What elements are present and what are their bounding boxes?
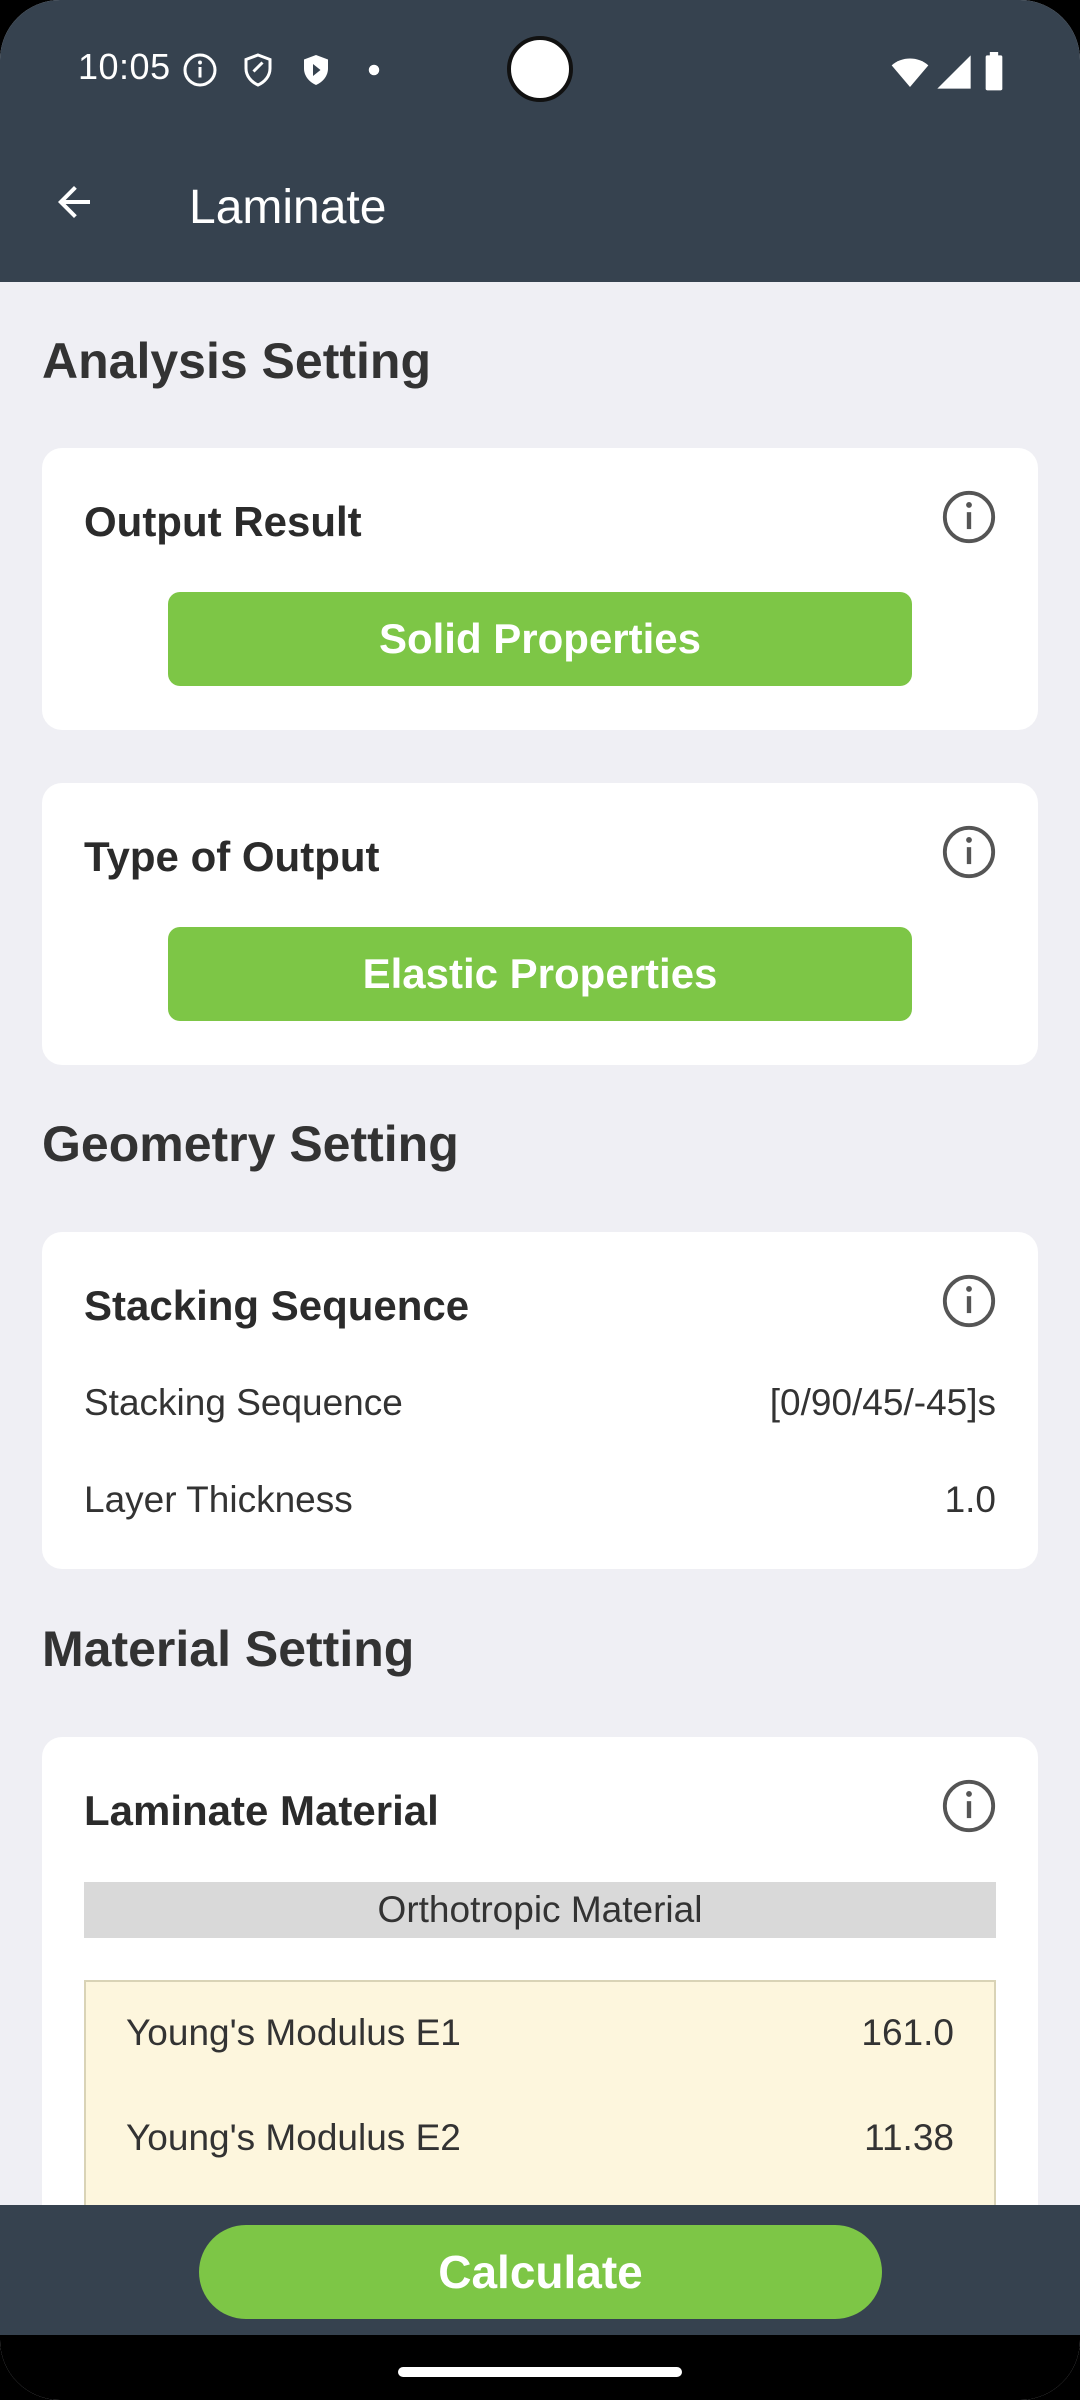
material-setting-heading: Material Setting	[42, 1621, 415, 1677]
solid-properties-button[interactable]: Solid Properties	[168, 592, 912, 686]
material-type-band[interactable]: Orthotropic Material	[84, 1882, 996, 1938]
youngs-modulus-e1-value[interactable]: 161.0	[861, 2012, 954, 2054]
material-properties-box: Young's Modulus E1 161.0 Young's Modulus…	[84, 1980, 996, 2205]
info-notification-icon	[183, 53, 217, 87]
layer-thickness-label: Layer Thickness	[84, 1479, 353, 1520]
battery-icon	[985, 52, 1003, 91]
security-shield-icon	[304, 55, 328, 85]
stacking-sequence-value[interactable]: [0/90/45/-45]s	[770, 1382, 996, 1424]
output-result-card: Output Result Solid Properties	[42, 448, 1038, 730]
stacking-sequence-label: Stacking Sequence	[84, 1382, 403, 1423]
info-icon[interactable]	[940, 1777, 998, 1835]
scroll-content[interactable]: Analysis Setting Output Result Solid Pro…	[0, 282, 1080, 2205]
stacking-sequence-title: Stacking Sequence	[84, 1282, 470, 1329]
calculate-button[interactable]: Calculate	[199, 2225, 882, 2319]
page-title: Laminate	[189, 181, 387, 234]
info-icon[interactable]	[940, 488, 998, 546]
status-bar: 10:05	[0, 0, 1080, 130]
youngs-modulus-e2-label: Young's Modulus E2	[126, 2117, 461, 2158]
output-result-title: Output Result	[84, 498, 362, 545]
back-button[interactable]	[44, 172, 104, 232]
camera-cutout	[507, 36, 573, 102]
shield-icon	[244, 53, 272, 87]
signal-icon	[937, 55, 971, 89]
header: 10:05 Laminate	[0, 0, 1080, 282]
bottom-action-bar: Calculate	[0, 2205, 1080, 2335]
layer-thickness-value[interactable]: 1.0	[945, 1479, 996, 1521]
elastic-properties-button[interactable]: Elastic Properties	[168, 927, 912, 1021]
info-icon[interactable]	[940, 1272, 998, 1330]
analysis-setting-heading: Analysis Setting	[42, 333, 431, 389]
type-of-output-card: Type of Output Elastic Properties	[42, 783, 1038, 1065]
home-indicator[interactable]	[398, 2367, 682, 2377]
stacking-sequence-card: Stacking Sequence Stacking Sequence [0/9…	[42, 1232, 1038, 1569]
youngs-modulus-e1-label: Young's Modulus E1	[126, 2012, 461, 2053]
notification-dot-icon	[368, 64, 380, 76]
info-icon[interactable]	[940, 823, 998, 881]
status-time: 10:05	[78, 46, 171, 87]
arrow-back-icon	[58, 186, 90, 218]
geometry-setting-heading: Geometry Setting	[42, 1116, 459, 1172]
youngs-modulus-e2-value[interactable]: 11.38	[864, 2117, 954, 2159]
screen: 10:05 Laminate Analysis Setting Output R…	[0, 0, 1080, 2400]
laminate-material-title: Laminate Material	[84, 1787, 439, 1834]
laminate-material-card: Laminate Material Orthotropic Material Y…	[42, 1737, 1038, 2205]
type-of-output-title: Type of Output	[84, 833, 380, 880]
gesture-nav-bar	[0, 2335, 1080, 2400]
app-bar: Laminate	[0, 150, 1080, 270]
wifi-icon	[891, 58, 929, 87]
